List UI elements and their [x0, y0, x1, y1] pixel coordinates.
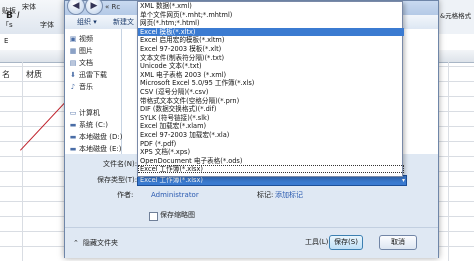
gridline	[22, 62, 23, 261]
savetype-value: Excel 工作簿(*.xlsx)	[140, 176, 203, 184]
name-box[interactable]: E	[4, 37, 8, 45]
thumbnail-label: 保存缩略图	[160, 211, 195, 219]
navigation-pane: ▣ 视频 ▦ 图片 ▤ 文档 ⬇ 迅雷下载 ♪ 音乐 ▭ 计算机 ▬ 系统 (C…	[65, 29, 122, 154]
savetype-option[interactable]: DIF (数据交换格式)(*.dif)	[138, 105, 404, 113]
address-text: « Rc	[105, 3, 121, 11]
cancel-button[interactable]: 取消	[379, 235, 417, 250]
italic-icon[interactable]: I	[17, 11, 20, 21]
back-icon[interactable]: ◀	[67, 0, 85, 15]
nav-item-music[interactable]: 音乐	[79, 83, 93, 92]
filename-label: 文件名(N):	[103, 160, 138, 168]
savetype-option[interactable]: Excel 工作簿(*.xlsx)	[138, 165, 404, 174]
savetype-option[interactable]: Excel 97-2003 加载宏(*.xla)	[138, 131, 404, 139]
nav-item-computer[interactable]: 计算机	[79, 109, 100, 118]
dialog-footer: ⌃ 隐藏文件夹 工具(L) ▾ 保存(S) 取消	[65, 227, 438, 258]
savetype-option[interactable]: Excel 模板(*.xltx)	[138, 27, 404, 36]
chevron-down-icon: ▾	[401, 177, 405, 184]
savetype-option[interactable]: XML 数据(*.xml)	[138, 2, 404, 10]
download-icon: ⬇	[70, 71, 76, 79]
savetype-option[interactable]: Microsoft Excel 5.0/95 工作簿(*.xls)	[138, 79, 404, 87]
author-label: 作者:	[117, 191, 134, 199]
savetype-option[interactable]: Excel 97-2003 模板(*.xlt)	[138, 45, 404, 53]
pictures-icon: ▦	[69, 47, 77, 55]
savetype-option[interactable]: XML 电子表格 2003 (*.xml)	[138, 71, 404, 79]
font-group-label: 字体	[40, 21, 54, 29]
music-icon: ♪	[70, 83, 76, 91]
new-folder-button[interactable]: 新建文	[113, 17, 134, 27]
save-as-dialog: ◀ ▶ « Rc 组织 ▾ 新建文 ▣ 视频 ▦ 图片 ▤ 文档 ⬇ 迅雷下载 …	[64, 0, 439, 258]
chevron-up-icon[interactable]: ⌃	[73, 239, 79, 248]
nav-item-documents[interactable]: 文档	[79, 59, 93, 68]
savetype-option[interactable]: 单个文件网页(*.mht;*.mhtml)	[138, 11, 404, 19]
savetype-option[interactable]: SYLK (符号链接)(*.slk)	[138, 114, 404, 122]
author-value[interactable]: Administrator	[151, 191, 199, 200]
savetype-dropdown-list[interactable]: XML 数据(*.xml) 单个文件网页(*.mht;*.mhtml) 网页(*.h…	[137, 1, 404, 177]
nav-item-pictures[interactable]: 图片	[79, 47, 93, 56]
savetype-option[interactable]: CSV (逗号分隔)(*.csv)	[138, 88, 404, 96]
savetype-option[interactable]: 网页(*.htm;*.html)	[138, 19, 404, 27]
savetype-option[interactable]: Excel 启用宏的模板(*.xltm)	[138, 36, 404, 44]
column-c-label: 材质	[26, 70, 42, 79]
savetype-option[interactable]: Unicode 文本(*.txt)	[138, 62, 404, 70]
drive-icon: ▬	[69, 121, 77, 129]
tags-value[interactable]: 添加标记	[275, 191, 303, 200]
clipboard-suffix: 「s	[2, 21, 13, 29]
savetype-option[interactable]: Excel 加载宏(*.xlam)	[138, 122, 404, 130]
tags-label: 标记:	[257, 191, 274, 199]
thumbnail-checkbox[interactable]	[149, 212, 158, 221]
savetype-option[interactable]: XPS 文档(*.xps)	[138, 148, 404, 156]
save-button[interactable]: 保存(S)	[329, 235, 363, 250]
bold-icon[interactable]: B	[6, 11, 13, 21]
font-name[interactable]: 宋体	[22, 2, 36, 12]
video-icon: ▣	[69, 35, 77, 43]
gridline	[448, 62, 449, 261]
nav-item-downloads[interactable]: 迅雷下载	[79, 71, 107, 80]
documents-icon: ▤	[69, 59, 77, 67]
hide-folders-button[interactable]: 隐藏文件夹	[83, 239, 118, 248]
savetype-option[interactable]: OpenDocument 电子表格(*.ods)	[138, 157, 404, 165]
ribbon-right: &元格格式	[438, 0, 474, 34]
savetype-option[interactable]: 带格式文本文件(空格分隔)(*.prn)	[138, 97, 404, 105]
tools-button[interactable]: 工具(L)	[305, 238, 328, 247]
drive-icon: ▬	[69, 145, 77, 153]
organize-button[interactable]: 组织 ▾	[77, 17, 97, 27]
format-cells-label[interactable]: &元格格式	[440, 10, 471, 20]
nav-item-drive-c[interactable]: 系统 (C:)	[79, 121, 108, 130]
savetype-option[interactable]: PDF (*.pdf)	[138, 140, 404, 148]
nav-item-drive-e[interactable]: 本地磁盘 (E:)	[79, 145, 121, 154]
savetype-option[interactable]: 文本文件(制表符分隔)(*.txt)	[138, 54, 404, 62]
column-b-label: 名	[2, 70, 10, 79]
nav-item-drive-d[interactable]: 本地磁盘 (D:)	[79, 133, 122, 142]
forward-icon[interactable]: ▶	[85, 0, 103, 15]
nav-item-video[interactable]: 视频	[79, 35, 93, 44]
computer-icon: ▭	[69, 109, 77, 117]
savetype-label: 保存类型(T):	[97, 176, 138, 184]
drive-icon: ▬	[69, 133, 77, 141]
